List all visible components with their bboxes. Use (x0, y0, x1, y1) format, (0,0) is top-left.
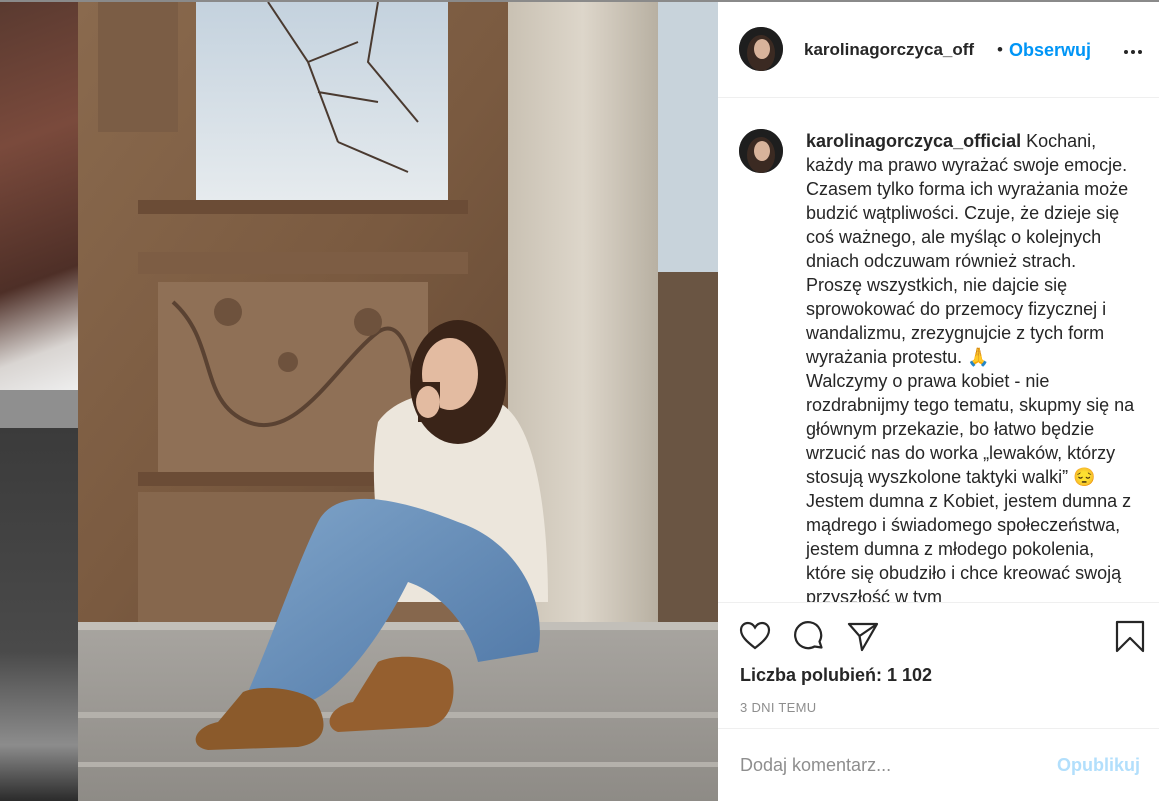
post-detail-panel: karolinagorczyca_off • Obserwuj karolina… (718, 2, 1159, 801)
comment-input[interactable] (740, 752, 1040, 778)
caption-username[interactable]: karolinagorczyca_official (806, 131, 1021, 151)
caption-avatar[interactable] (739, 129, 783, 173)
comment-section: Opublikuj (718, 728, 1159, 801)
author-username[interactable]: karolinagorczyca_off (804, 40, 974, 60)
post-date: 3 DNI TEMU (740, 700, 817, 715)
paper-plane-icon[interactable] (846, 619, 880, 653)
background-area (0, 428, 78, 801)
heart-icon[interactable] (738, 619, 772, 653)
publish-button[interactable]: Opublikuj (1057, 755, 1140, 776)
background-page (0, 0, 78, 801)
author-avatar[interactable] (739, 27, 783, 71)
follow-button[interactable]: Obserwuj (1009, 40, 1091, 61)
more-options-icon[interactable] (1118, 36, 1148, 66)
post-header: karolinagorczyca_off • Obserwuj (718, 2, 1159, 98)
caption-text: karolinagorczyca_official Kochani, każdy… (806, 129, 1136, 602)
caption-area: karolinagorczyca_official Kochani, każdy… (718, 98, 1159, 602)
separator-dot: • (997, 40, 1003, 59)
post-image[interactable] (78, 2, 718, 801)
background-photo (0, 2, 78, 390)
post-actions: Liczba polubień: 1 102 3 DNI TEMU (718, 602, 1159, 729)
likes-count[interactable]: Liczba polubień: 1 102 (740, 665, 932, 686)
bookmark-icon[interactable] (1113, 619, 1147, 653)
comment-bubble-icon[interactable] (792, 619, 826, 653)
caption-body: Kochani, każdy ma prawo wyrażać swoje em… (806, 131, 1135, 602)
background-bar (0, 390, 78, 428)
